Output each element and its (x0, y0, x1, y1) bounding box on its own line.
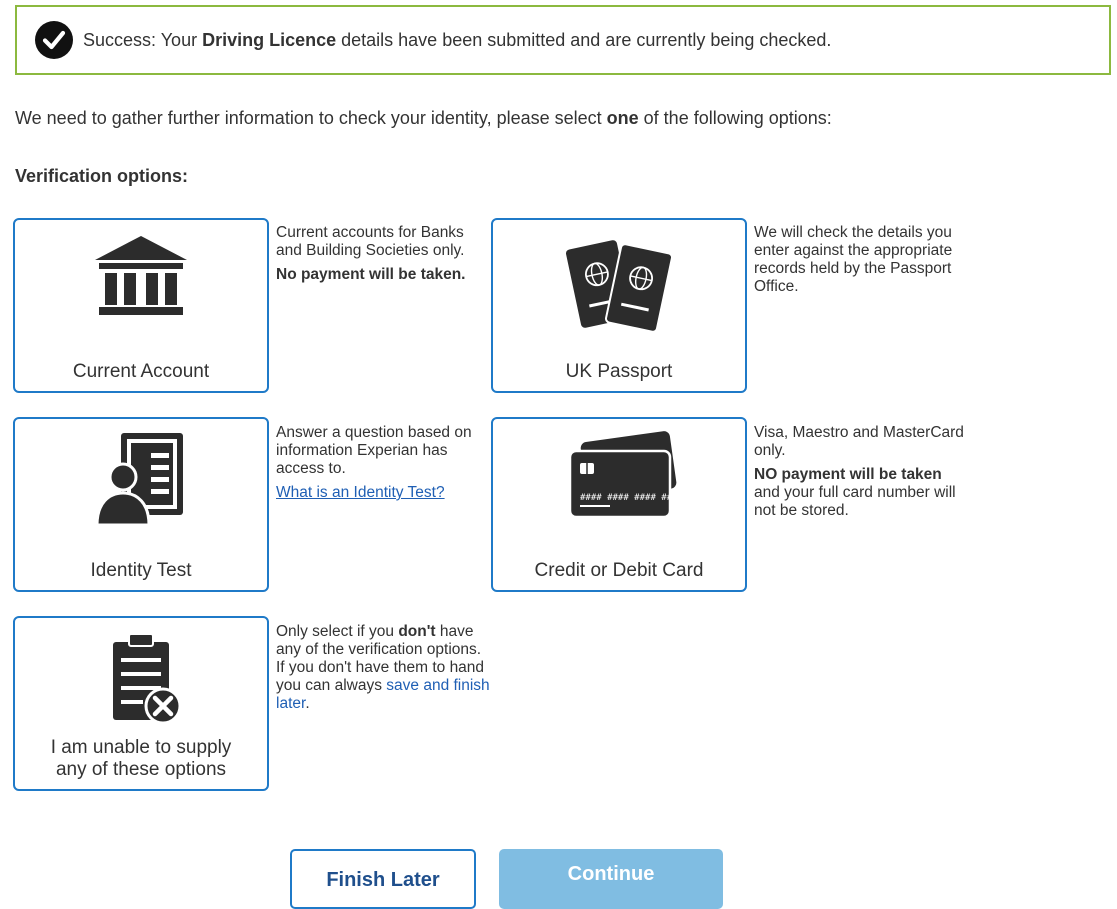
option-label: Identity Test (90, 560, 192, 581)
option-label: UK Passport (565, 361, 673, 382)
option-desc-identity-test: Answer a question based on information E… (276, 424, 472, 501)
document-person-icon (95, 433, 183, 527)
finish-later-button[interactable]: Finish Later (290, 849, 476, 909)
option-identity-test[interactable]: Identity Test (13, 417, 269, 592)
option-credit-debit-card[interactable]: #### #### #### #### Credit or Debit Card (491, 417, 747, 592)
option-unable-to-supply[interactable]: I am unable to supply any of these optio… (13, 616, 269, 791)
section-heading: Verification options: (15, 166, 189, 186)
bank-icon (95, 236, 187, 315)
option-label: I am unable to supply any of these optio… (50, 737, 232, 780)
identity-test-info-link[interactable]: What is an Identity Test? (276, 484, 445, 501)
option-label: Credit or Debit Card (534, 560, 704, 581)
option-uk-passport[interactable]: UK Passport (491, 218, 747, 393)
option-label: Current Account (72, 361, 210, 382)
option-desc-unable: Only select if you don't have any of the… (276, 623, 490, 712)
passport-icon (565, 240, 674, 333)
success-banner: Success: Your Driving Licence details ha… (15, 5, 1111, 75)
intro-text: We need to gather further information to… (15, 108, 832, 128)
svg-text:#### #### #### ####: #### #### #### #### (580, 493, 684, 503)
option-current-account[interactable]: Current Account (13, 218, 269, 393)
success-message: Success: Your Driving Licence details ha… (83, 29, 832, 50)
checkmark-icon (35, 21, 73, 59)
option-desc-current-account: Current accounts for Banks and Building … (276, 224, 466, 283)
credit-card-icon: #### #### #### #### (568, 431, 684, 519)
option-desc-card: Visa, Maestro and MasterCard only. NO pa… (754, 424, 964, 519)
option-desc-uk-passport: We will check the details you enter agai… (754, 224, 953, 295)
clipboard-x-icon (113, 633, 182, 725)
continue-button[interactable]: Continue (499, 849, 723, 909)
